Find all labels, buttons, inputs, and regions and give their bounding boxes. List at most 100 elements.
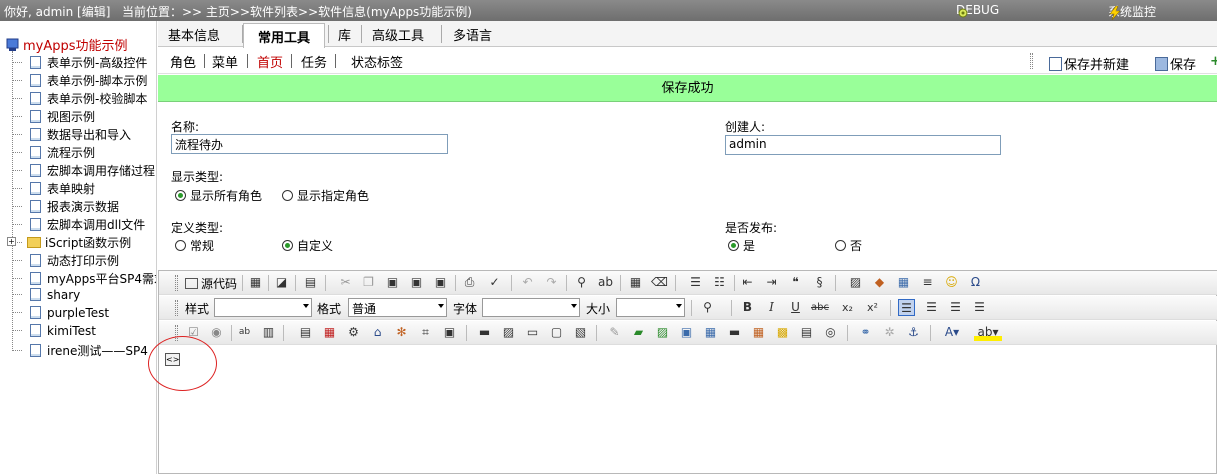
radio-display-all[interactable]: 显示所有角色	[175, 187, 262, 204]
link-icon[interactable]: ⚭	[857, 324, 874, 341]
user-icon[interactable]: ✻	[393, 324, 410, 341]
tree-root[interactable]: myApps功能示例	[6, 35, 128, 54]
replace-icon[interactable]: ab	[597, 274, 614, 291]
select-box-icon[interactable]: ▣	[441, 324, 458, 341]
bg-color-icon[interactable]: ab▾	[974, 324, 1002, 341]
greeting-text[interactable]: 你好, admin [编辑]	[4, 3, 110, 20]
numbered-list-icon[interactable]: ☰	[687, 274, 704, 291]
debug-link[interactable]: DEBUG	[956, 3, 999, 18]
source-code-button[interactable]: 源代码	[185, 275, 237, 292]
system-monitor-link[interactable]: 系统监控	[1108, 3, 1156, 21]
include-icon[interactable]: ▨	[500, 324, 517, 341]
tab-multilanguage[interactable]: 多语言	[453, 25, 492, 45]
tree-item[interactable]: kimiTest	[12, 324, 96, 342]
redo-icon[interactable]: ↷	[543, 274, 560, 291]
paste-icon[interactable]: ▣	[384, 274, 401, 291]
underline-icon[interactable]: U	[787, 299, 804, 316]
paste-word-icon[interactable]: ▣	[432, 274, 449, 291]
anchor-icon[interactable]: ⚓	[905, 324, 922, 341]
smiley-icon[interactable]: ☺	[943, 274, 960, 291]
align-right-icon[interactable]: ☰	[947, 299, 964, 316]
creator-input[interactable]: admin	[725, 135, 1001, 155]
attach-icon[interactable]: ✎	[606, 324, 623, 341]
subtab-status-label[interactable]: 状态标签	[351, 52, 403, 71]
template-icon[interactable]: ▤	[302, 274, 319, 291]
eraser-icon[interactable]: ⌫	[651, 274, 668, 291]
radio-publish-yes[interactable]: 是	[728, 237, 755, 254]
subtab-role[interactable]: 角色	[170, 52, 196, 71]
unlink-icon[interactable]: ✲	[881, 324, 898, 341]
paste-text-icon[interactable]: ▣	[408, 274, 425, 291]
extra-tool-icon[interactable]: +	[1210, 54, 1217, 69]
spellcheck-icon[interactable]: ✓	[486, 274, 503, 291]
indent-icon[interactable]: ⇥	[763, 274, 780, 291]
editor-content-area[interactable]: <>	[159, 345, 1216, 473]
name-input[interactable]: 流程待办	[171, 134, 448, 154]
flash-icon[interactable]: ◆	[871, 274, 888, 291]
preview-icon[interactable]: ◪	[273, 274, 290, 291]
form-icon[interactable]: ▤	[297, 324, 314, 341]
tree-item[interactable]: 表单示例-高级控件	[12, 54, 147, 72]
tree-item[interactable]: 宏脚本调用dll文件	[12, 216, 145, 234]
word-icon[interactable]: ▩	[774, 324, 791, 341]
special-char-icon[interactable]: Ω	[967, 274, 984, 291]
tree-item[interactable]: irene测试——SP4	[12, 342, 148, 360]
align-left-icon[interactable]: ☰	[898, 299, 915, 316]
map-icon[interactable]: ◎	[822, 324, 839, 341]
div-icon[interactable]: §	[811, 274, 828, 291]
superscript-icon[interactable]: x²	[864, 299, 881, 316]
tree-item[interactable]: 报表演示数据	[12, 198, 119, 216]
size-select[interactable]	[616, 298, 685, 317]
tree-item[interactable]: 宏脚本调用存储过程	[12, 162, 155, 180]
subtab-task[interactable]: 任务	[301, 52, 327, 71]
justify-icon[interactable]: ☰	[971, 299, 988, 316]
calendar-icon[interactable]: ▦	[321, 324, 338, 341]
subtab-menu[interactable]: 菜单	[212, 52, 238, 71]
expand-icon[interactable]: +	[7, 237, 16, 246]
tree-item[interactable]: shary	[12, 288, 80, 306]
subtab-homepage[interactable]: 首页	[257, 52, 283, 71]
pager-icon[interactable]: ⌗	[417, 324, 434, 341]
outdent-icon[interactable]: ⇤	[739, 274, 756, 291]
tab-basic-info[interactable]: 基本信息	[168, 25, 220, 45]
textfield-icon[interactable]: ab	[236, 324, 253, 341]
text-color-icon[interactable]: A▾	[940, 324, 964, 341]
find-icon[interactable]: ⚲	[573, 274, 590, 291]
strikethrough-icon[interactable]: abc	[811, 299, 829, 316]
horizontal-rule-icon[interactable]: ≡	[919, 274, 936, 291]
subscript-icon[interactable]: x₂	[839, 299, 856, 316]
image-upload-icon[interactable]: ▨	[654, 324, 671, 341]
tree-folder-iscript[interactable]: + iScript函数示例	[7, 234, 131, 252]
align-center-icon[interactable]: ☰	[923, 299, 940, 316]
save-button[interactable]: 保存	[1155, 54, 1196, 73]
tree-item[interactable]: 视图示例	[12, 108, 95, 126]
format-select[interactable]: 普通	[348, 298, 447, 317]
blockquote-icon[interactable]: ❝	[787, 274, 804, 291]
chart-icon[interactable]: ▦	[750, 324, 767, 341]
tree-item[interactable]: 表单示例-校验脚本	[12, 90, 147, 108]
show-blocks-icon[interactable]: ⚲	[699, 299, 716, 316]
tree-item[interactable]: myApps平台SP4需求	[12, 270, 156, 288]
tree-item[interactable]: 流程示例	[12, 144, 95, 162]
tree-item[interactable]: 动态打印示例	[12, 252, 119, 270]
print-icon[interactable]: ⎙	[461, 274, 478, 291]
radio-define-normal[interactable]: 常规	[175, 237, 214, 254]
scissors-icon[interactable]: ✂	[337, 274, 354, 291]
tab-advanced-tools[interactable]: 高级工具	[372, 25, 424, 45]
tab-library[interactable]: 库	[338, 25, 351, 45]
button-icon[interactable]: ▬	[476, 324, 493, 341]
image-icon[interactable]: ▨	[847, 274, 864, 291]
font-select[interactable]	[482, 298, 580, 317]
report-icon[interactable]: ▬	[726, 324, 743, 341]
tree-item[interactable]: 表单示例-脚本示例	[12, 72, 147, 90]
department-icon[interactable]: ⌂	[369, 324, 386, 341]
bold-icon[interactable]: B	[739, 299, 756, 316]
textarea-icon[interactable]: ▥	[260, 324, 277, 341]
select-all-icon[interactable]: ▦	[627, 274, 644, 291]
radio-publish-no[interactable]: 否	[835, 237, 862, 254]
save-and-new-button[interactable]: 保存并新建	[1049, 54, 1129, 73]
tab-component-icon[interactable]: ▰	[630, 324, 647, 341]
grid-icon[interactable]: ▦	[702, 324, 719, 341]
view-icon[interactable]: ▭	[524, 324, 541, 341]
italic-icon[interactable]: I	[763, 299, 780, 316]
